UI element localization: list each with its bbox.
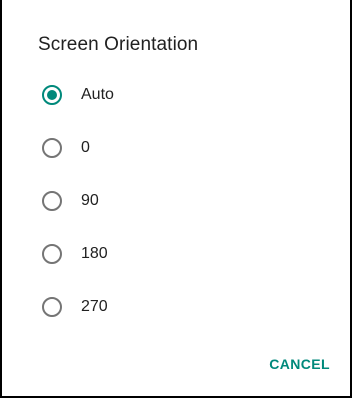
option-label-0: 0 (81, 138, 90, 156)
radio-unchecked-icon[interactable] (42, 243, 62, 264)
radio-unchecked-icon[interactable] (42, 190, 62, 211)
option-180[interactable]: 180 (2, 227, 350, 280)
option-label-270: 270 (81, 297, 108, 315)
radio-unchecked-icon[interactable] (42, 137, 62, 158)
option-270[interactable]: 270 (2, 280, 350, 333)
radio-unchecked-icon[interactable] (42, 296, 62, 317)
option-label-180: 180 (81, 244, 108, 262)
screen-orientation-dialog: Screen Orientation Auto 0 90 180 270 CAN… (0, 0, 352, 398)
radio-checked-icon[interactable] (42, 84, 62, 105)
option-0[interactable]: 0 (2, 121, 350, 174)
orientation-options: Auto 0 90 180 270 (2, 68, 350, 333)
cancel-button[interactable]: CANCEL (269, 356, 330, 372)
dialog-title: Screen Orientation (38, 34, 199, 55)
option-label-90: 90 (81, 191, 99, 209)
option-auto[interactable]: Auto (2, 68, 350, 121)
option-label-auto: Auto (81, 85, 114, 103)
option-90[interactable]: 90 (2, 174, 350, 227)
